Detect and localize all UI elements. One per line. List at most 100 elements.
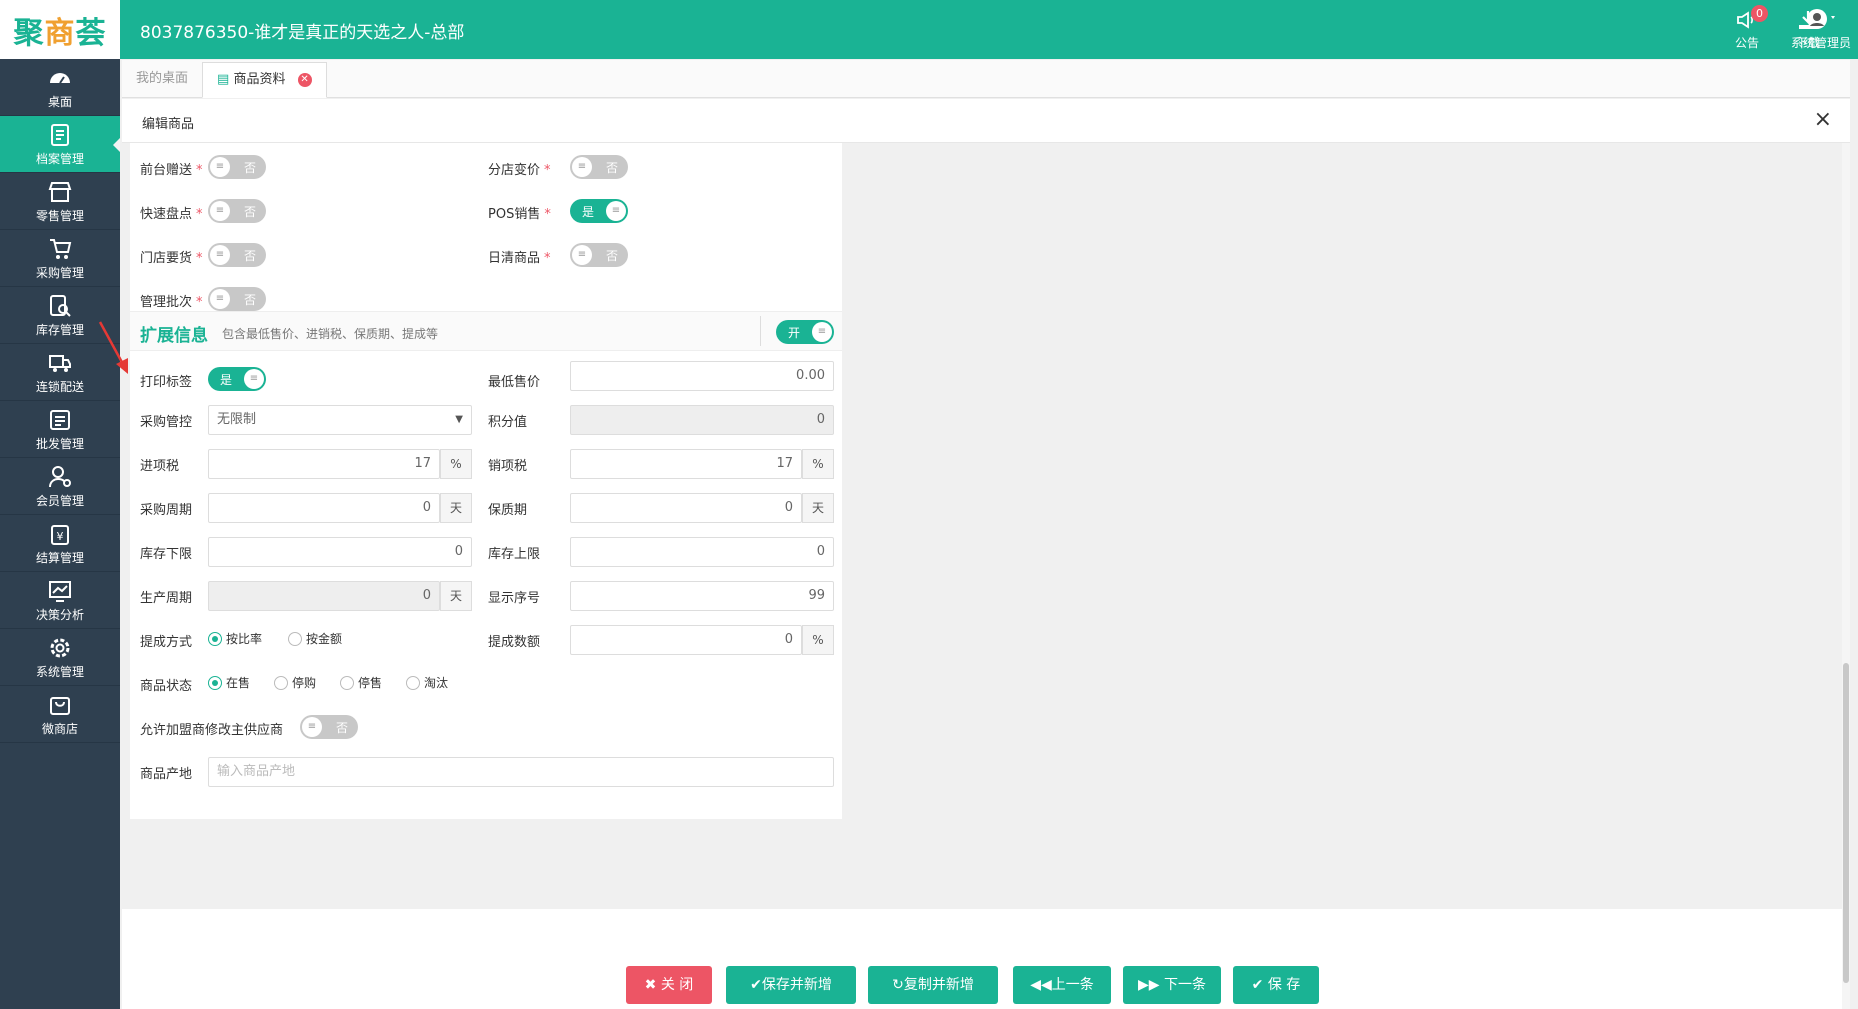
output-tax-unit: % <box>802 449 834 479</box>
top-header: 聚商荟 8037876350-谁才是真正的天选之人-总部 0 公告 下载 系统管… <box>0 0 1858 59</box>
document-icon: ▤ <box>217 72 230 87</box>
purchase-control-select[interactable]: 无限制 ▼ <box>208 405 472 435</box>
status-label: 商品状态 <box>140 679 193 694</box>
sidebar-item-label: 库存管理 <box>35 323 84 337</box>
previous-button[interactable]: ◀◀上一条 <box>1013 966 1111 1004</box>
sidebar-item-label: 结算管理 <box>35 551 84 565</box>
batch-manage-toggle[interactable]: ≡ 否 <box>208 287 266 311</box>
purchase-cycle-label: 采购周期 <box>140 503 193 518</box>
sidebar-item-desktop[interactable]: 桌面 <box>0 59 120 116</box>
sidebar-item-settlement[interactable]: ¥ 结算管理 <box>0 515 120 572</box>
notice-button[interactable]: 0 公告 <box>1717 5 1777 51</box>
dashboard-icon <box>0 65 120 93</box>
sidebar-item-archive[interactable]: 档案管理 <box>0 116 120 173</box>
status-stop-purchase-radio[interactable]: 停购 <box>274 674 316 691</box>
sidebar-item-retail[interactable]: 零售管理 <box>0 173 120 230</box>
scrollbar[interactable] <box>1842 143 1850 1009</box>
tab-close-icon[interactable]: ✕ <box>297 72 312 87</box>
next-button[interactable]: ▶▶ 下一条 <box>1123 966 1221 1004</box>
sidebar-item-label: 决策分析 <box>35 608 84 622</box>
logo-text: 聚商荟 <box>13 15 107 51</box>
sidebar-item-label: 系统管理 <box>35 665 84 679</box>
purchase-cycle-input[interactable]: 0 <box>208 493 440 523</box>
wholesale-icon <box>0 407 120 435</box>
close-x-icon: ✖ <box>644 977 661 993</box>
commission-amount-radio[interactable]: 按金额 <box>288 630 342 647</box>
sidebar-item-label: 档案管理 <box>35 152 84 166</box>
min-price-input[interactable]: 0.00 <box>570 361 834 391</box>
backward-icon: ◀◀ <box>1030 977 1052 993</box>
print-label-toggle[interactable]: 是 ≡ <box>208 367 266 391</box>
stock-max-input[interactable]: 0 <box>570 537 834 567</box>
sidebar-item-analysis[interactable]: 决策分析 <box>0 572 120 629</box>
check-icon: ✔ <box>750 977 762 993</box>
sidebar-item-microstore[interactable]: 微商店 <box>0 686 120 743</box>
archive-icon <box>0 122 120 150</box>
extended-info-toggle[interactable]: 开 ≡ <box>776 320 834 344</box>
sidebar: 桌面 档案管理 零售管理 采购管理 库存管理 连锁配送 批发管理 会员管理 ¥ … <box>0 59 120 1009</box>
input-tax-label: 进项税 <box>140 459 180 474</box>
sidebar-item-wholesale[interactable]: 批发管理 <box>0 401 120 458</box>
sidebar-item-member[interactable]: 会员管理 <box>0 458 120 515</box>
close-icon[interactable]: × <box>1814 109 1832 131</box>
user-label: 系统管理员 <box>1790 36 1851 50</box>
copy-and-new-button[interactable]: ↻复制并新增 <box>868 966 998 1004</box>
panel-header: 编辑商品 × <box>122 99 1850 143</box>
pos-sale-label: POS销售 * <box>488 207 551 222</box>
purchase-cycle-unit: 天 <box>440 493 472 523</box>
stock-max-label: 库存上限 <box>488 547 541 562</box>
save-and-new-button[interactable]: ✔保存并新增 <box>726 966 856 1004</box>
forward-icon: ▶▶ <box>1138 977 1164 993</box>
commission-value-input[interactable]: 0 <box>570 625 802 655</box>
avatar-icon <box>1786 8 1856 34</box>
franchise-supplier-toggle[interactable]: ≡ 否 <box>300 715 358 739</box>
settlement-icon: ¥ <box>0 521 120 549</box>
section-divider <box>760 316 761 346</box>
input-tax-input[interactable]: 17 <box>208 449 440 479</box>
bag-icon <box>0 692 120 720</box>
stock-min-input[interactable]: 0 <box>208 537 472 567</box>
print-label-label: 打印标签 <box>140 375 193 390</box>
store-order-toggle[interactable]: ≡ 否 <box>208 243 266 267</box>
purchase-control-label: 采购管控 <box>140 415 193 430</box>
user-menu[interactable]: 系统管理员 <box>1786 8 1856 51</box>
branch-price-toggle[interactable]: ≡ 否 <box>570 155 628 179</box>
scroll-thumb[interactable] <box>1843 663 1849 983</box>
sidebar-item-system[interactable]: 系统管理 <box>0 629 120 686</box>
origin-input[interactable]: 输入商品产地 <box>208 757 834 787</box>
panel-title: 编辑商品 <box>142 117 195 132</box>
extended-info-header: 扩展信息 包含最低售价、进销税、保质期、提成等 开 ≡ <box>130 311 842 351</box>
branch-price-label: 分店变价 * <box>488 163 551 178</box>
save-button[interactable]: ✔ 保 存 <box>1233 966 1319 1004</box>
quick-count-toggle[interactable]: ≡ 否 <box>208 199 266 223</box>
shelf-life-input[interactable]: 0 <box>570 493 802 523</box>
production-cycle-unit: 天 <box>440 581 472 611</box>
points-input[interactable]: 0 <box>570 405 834 435</box>
tab-product[interactable]: ▤ 商品资料 ✕ <box>202 62 327 98</box>
front-gift-toggle[interactable]: ≡ 否 <box>208 155 266 179</box>
sidebar-item-label: 批发管理 <box>35 437 84 451</box>
quick-count-label: 快速盘点 * <box>140 207 203 222</box>
tab-desktop[interactable]: 我的桌面 <box>122 62 202 98</box>
tab-label: 我的桌面 <box>136 71 189 86</box>
status-stop-sale-radio[interactable]: 停售 <box>340 674 382 691</box>
cart-icon <box>0 236 120 264</box>
inventory-icon <box>0 293 120 321</box>
production-cycle-input[interactable]: 0 <box>208 581 440 611</box>
production-cycle-label: 生产周期 <box>140 591 193 606</box>
tab-label: 商品资料 <box>233 72 286 87</box>
svg-text:¥: ¥ <box>57 530 64 543</box>
output-tax-input[interactable]: 17 <box>570 449 802 479</box>
commission-ratio-radio[interactable]: 按比率 <box>208 630 262 647</box>
close-button[interactable]: ✖ 关 闭 <box>626 966 712 1004</box>
daily-clear-toggle[interactable]: ≡ 否 <box>570 243 628 267</box>
sidebar-item-purchase[interactable]: 采购管理 <box>0 230 120 287</box>
chevron-down-icon: ▼ <box>455 414 463 425</box>
status-on-sale-radio[interactable]: 在售 <box>208 674 250 691</box>
logo[interactable]: 聚商荟 <box>0 0 120 59</box>
panel-body: 前台赠送 * ≡ 否 分店变价 * ≡ 否 快速盘点 * ≡ 否 POS销售 * 是 ≡ 门店要… <box>122 143 1850 909</box>
status-eliminate-radio[interactable]: 淘汰 <box>406 674 448 691</box>
tab-bar: 我的桌面 ▤ 商品资料 ✕ <box>122 60 1850 98</box>
display-order-input[interactable]: 99 <box>570 581 834 611</box>
pos-sale-toggle[interactable]: 是 ≡ <box>570 199 628 223</box>
